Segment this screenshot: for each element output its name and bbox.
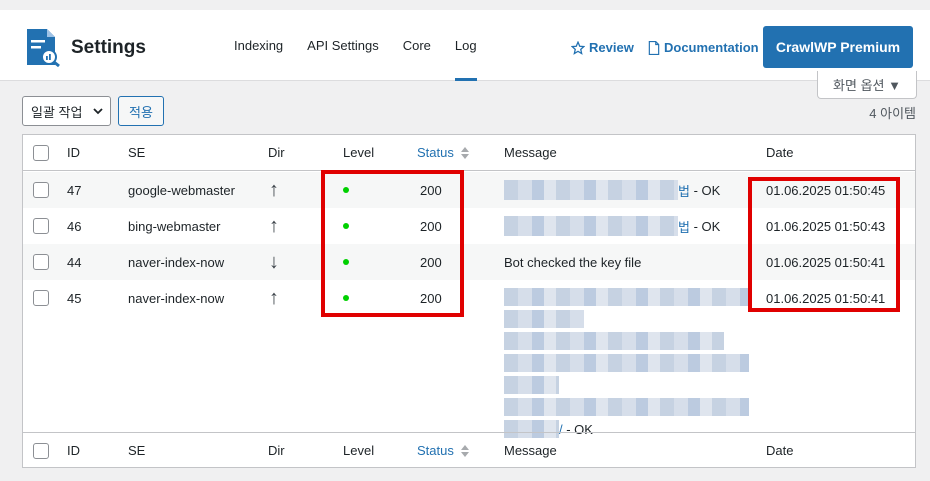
star-icon [571,40,585,55]
row-message: Bot checked the key file [504,254,642,270]
row-date: 01.06.2025 01:50:45 [766,182,886,198]
col-level: Level [343,443,375,458]
table-row: 47 google-webmaster ↑ 200 법 - OK 01.06.2… [23,172,915,208]
col-level: Level [343,145,375,160]
tab-indexing[interactable]: Indexing [222,10,295,81]
main-nav: Indexing API Settings Core Log [222,10,489,81]
bulk-action-label: 일괄 작업 [31,104,83,120]
arrow-up-icon: ↑ [269,286,279,309]
table-row: 44 naver-index-now ↓ 200 Bot checked the… [23,244,915,280]
redacted-text [504,398,749,416]
col-message: Message [504,145,557,160]
col-status-label: Status [417,145,454,160]
tab-log[interactable]: Log [443,10,489,81]
page-title: Settings [71,37,146,58]
premium-button[interactable]: CrawlWP Premium [763,26,913,68]
arrow-up-icon: ↑ [269,214,279,237]
arrow-up-icon: ↑ [269,178,279,201]
arrow-down-icon: ↓ [269,250,279,273]
col-status[interactable]: Status [417,135,470,170]
row-date: 01.06.2025 01:50:43 [766,218,886,234]
row-status: 200 [420,290,442,306]
row-message: 법 - OK [504,208,720,244]
table-row: 45 naver-index-now ↑ 200 / - OK 01.06.20… [23,280,915,438]
col-dir: Dir [268,145,285,160]
documentation-label: Documentation [664,40,759,55]
row-date: 01.06.2025 01:50:41 [766,290,886,306]
row-id: 45 [67,290,82,306]
review-link[interactable]: Review [571,40,634,55]
select-all-checkbox[interactable] [33,144,49,161]
row-checkbox[interactable] [33,290,49,306]
redacted-text [504,376,559,394]
apply-button[interactable]: 적용 [118,96,164,126]
select-all-checkbox-footer[interactable] [33,442,49,459]
redacted-text [504,310,584,328]
col-status-label: Status [417,443,454,458]
review-label: Review [589,40,634,55]
row-checkbox[interactable] [33,182,49,198]
col-date: Date [766,443,794,458]
col-se: SE [128,443,146,458]
sort-icon [460,146,469,159]
level-dot [343,295,349,301]
redacted-text [504,180,678,200]
row-checkbox[interactable] [33,218,49,234]
message-link[interactable]: 법 [678,217,690,236]
row-checkbox[interactable] [33,254,49,270]
sort-icon [460,444,469,457]
row-status: 200 [420,182,442,198]
items-count: 4 아이템 [869,106,916,121]
redacted-text [504,288,749,306]
col-date: Date [766,145,794,160]
row-se: google-webmaster [128,182,235,198]
level-dot [343,223,349,229]
redacted-text [504,332,724,350]
message-link[interactable]: 법 [678,181,690,200]
row-id: 44 [67,254,82,270]
top-bar: Settings Indexing API Settings Core Log … [0,10,930,81]
redacted-text [504,354,749,372]
redacted-text [504,216,678,236]
documentation-link[interactable]: Documentation [648,40,759,55]
col-dir: Dir [268,443,285,458]
log-table: ID SE Dir Level Status Message Date 47 g… [22,134,916,468]
level-dot [343,259,349,265]
tab-api-settings[interactable]: API Settings [295,10,391,81]
col-id: ID [67,145,80,160]
col-message: Message [504,443,557,458]
bulk-action-select[interactable]: 일괄 작업 [22,96,111,126]
col-status[interactable]: Status [417,433,470,468]
col-se: SE [128,145,146,160]
table-header: ID SE Dir Level Status Message Date [23,135,915,171]
message-suffix: - OK [689,218,721,234]
crawlwp-logo-icon [27,29,60,67]
tab-core[interactable]: Core [391,10,443,81]
document-icon [648,40,660,55]
row-se: bing-webmaster [128,218,221,234]
row-id: 47 [67,182,82,198]
row-status: 200 [420,254,442,270]
message-suffix: - OK [689,182,721,198]
screen-options-button[interactable]: 화면 옵션 ▼ [817,71,917,99]
row-status: 200 [420,218,442,234]
row-se: naver-index-now [128,290,225,306]
row-id: 46 [67,218,82,234]
col-id: ID [67,443,80,458]
row-message: / - OK [504,288,749,438]
row-date: 01.06.2025 01:50:41 [766,254,886,270]
table-row: 46 bing-webmaster ↑ 200 법 - OK 01.06.202… [23,208,915,244]
row-message: 법 - OK [504,172,720,208]
chevron-down-icon [93,108,103,115]
table-footer: ID SE Dir Level Status Message Date [23,432,915,468]
row-se: naver-index-now [128,254,225,270]
level-dot [343,187,349,193]
